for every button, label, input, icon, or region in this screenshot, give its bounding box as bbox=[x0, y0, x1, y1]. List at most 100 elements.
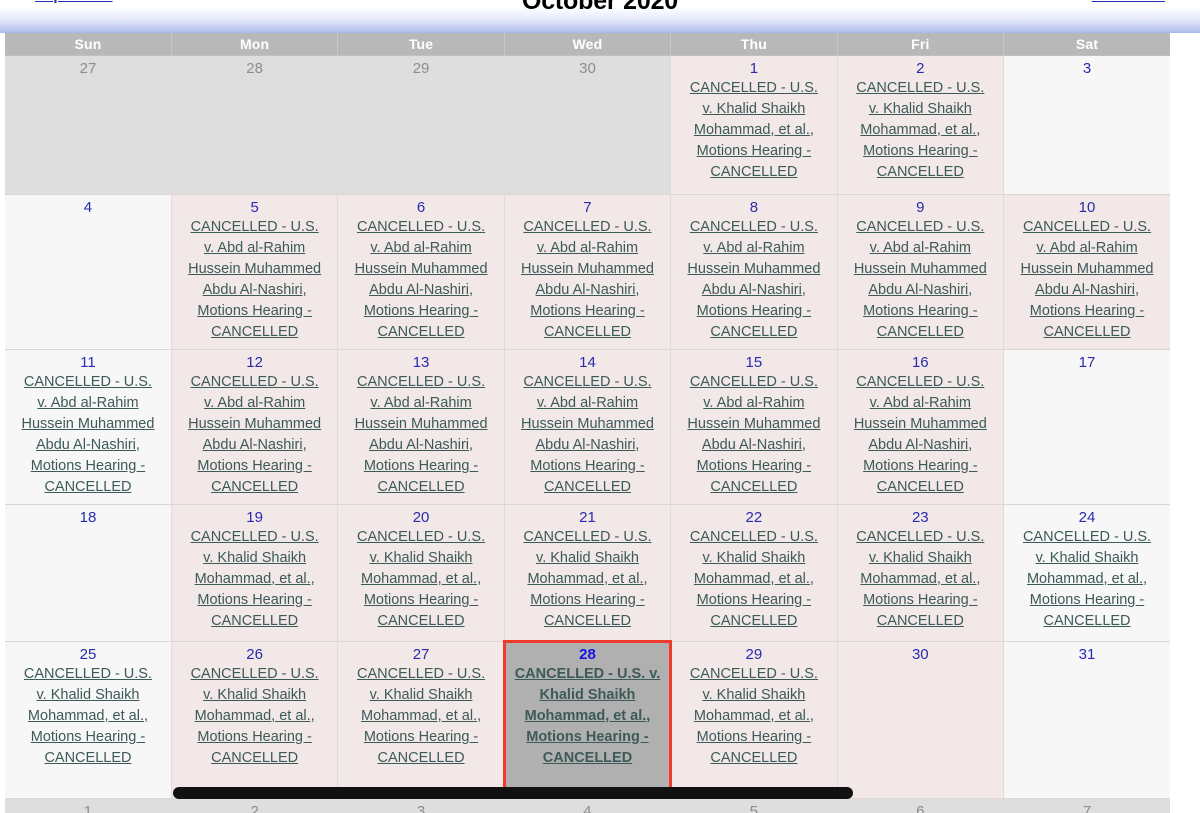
day-cell-27[interactable]: 27 bbox=[5, 55, 172, 195]
event-link[interactable]: Abdu Al-Nashiri, bbox=[840, 280, 1001, 301]
event-link[interactable]: Mohammad, et al., bbox=[174, 706, 335, 727]
event-link[interactable]: v. Khalid Shaikh bbox=[840, 99, 1001, 120]
day-cell-13[interactable]: 13 CANCELLED - U.S. v. Abd al-Rahim Hussein… bbox=[337, 349, 505, 505]
event-link[interactable]: v. Abd al-Rahim bbox=[673, 393, 834, 414]
day-cell-26[interactable]: 26 CANCELLED - U.S. v. Khalid Shaikh Mohamm… bbox=[171, 641, 339, 799]
event-link[interactable]: Abdu Al-Nashiri, bbox=[673, 280, 834, 301]
event-link[interactable]: Motions Hearing - bbox=[1006, 590, 1168, 611]
event-link[interactable]: CANCELLED bbox=[673, 611, 834, 632]
event-link[interactable]: CANCELLED - U.S. bbox=[7, 372, 169, 393]
event-link[interactable]: Mohammad, et al., bbox=[673, 569, 834, 590]
event-link[interactable]: CANCELLED bbox=[7, 477, 169, 498]
event-link[interactable]: CANCELLED - U.S. bbox=[340, 217, 501, 238]
event-link[interactable]: v. Khalid Shaikh bbox=[7, 685, 169, 706]
day-cell-2[interactable]: 2 CANCELLED - U.S. v. Khalid Shaikh Mohamma… bbox=[837, 55, 1005, 195]
day-cell-11[interactable]: 11 CANCELLED - U.S. v. Abd al-Rahim Hussein… bbox=[5, 349, 172, 505]
day-cell-9[interactable]: 9 CANCELLED - U.S. v. Abd al-Rahim Hussein … bbox=[837, 194, 1005, 350]
event-link[interactable]: Hussein Muhammed bbox=[673, 414, 834, 435]
event-link[interactable]: v. Khalid Shaikh bbox=[673, 548, 834, 569]
day-cell-28[interactable]: 28 CANCELLED - U.S. v. Khalid Shaikh Moha… bbox=[503, 640, 672, 799]
event-link[interactable]: v. Abd al-Rahim bbox=[840, 393, 1001, 414]
day-cell-5[interactable]: 5 bbox=[670, 798, 838, 813]
event-link[interactable]: CANCELLED bbox=[174, 748, 335, 769]
event-link[interactable]: Motions Hearing - bbox=[507, 456, 668, 477]
event-link[interactable]: v. Abd al-Rahim bbox=[507, 393, 668, 414]
event-link[interactable]: CANCELLED - U.S. bbox=[1006, 217, 1168, 238]
event-link[interactable]: CANCELLED bbox=[174, 477, 335, 498]
day-cell-18[interactable]: 18 bbox=[5, 504, 172, 642]
event-link[interactable]: v. Abd al-Rahim bbox=[1006, 238, 1168, 259]
event-link[interactable]: Abdu Al-Nashiri, bbox=[507, 435, 668, 456]
event-link[interactable]: Hussein Muhammed bbox=[507, 414, 668, 435]
event-link[interactable]: CANCELLED - U.S. bbox=[340, 664, 501, 685]
event-link[interactable]: v. Abd al-Rahim bbox=[507, 238, 668, 259]
day-cell-27[interactable]: 27 CANCELLED - U.S. v. Khalid Shaikh Mohamm… bbox=[337, 641, 505, 799]
event-link[interactable]: CANCELLED - U.S. bbox=[174, 372, 335, 393]
day-cell-23[interactable]: 23 CANCELLED - U.S. v. Khalid Shaikh Mohamm… bbox=[837, 504, 1005, 642]
event-link[interactable]: CANCELLED - U.S. bbox=[673, 78, 834, 99]
day-cell-4[interactable]: 4 bbox=[5, 194, 172, 350]
event-link[interactable]: CANCELLED bbox=[340, 322, 501, 343]
event-link[interactable]: CANCELLED - U.S. bbox=[673, 372, 834, 393]
event-link[interactable]: CANCELLED bbox=[673, 477, 834, 498]
event-link[interactable]: Motions Hearing - bbox=[7, 456, 169, 477]
event-link[interactable]: CANCELLED bbox=[840, 477, 1001, 498]
event-link[interactable]: Motions Hearing - bbox=[673, 590, 834, 611]
event-link[interactable]: Hussein Muhammed bbox=[507, 259, 668, 280]
event-link[interactable]: CANCELLED - U.S. bbox=[673, 217, 834, 238]
event-link[interactable]: CANCELLED bbox=[673, 322, 834, 343]
event-link[interactable]: Abdu Al-Nashiri, bbox=[1006, 280, 1168, 301]
event-link[interactable]: Motions Hearing - bbox=[507, 301, 668, 322]
day-cell-2[interactable]: 2 bbox=[171, 798, 339, 813]
event-link[interactable]: CANCELLED bbox=[673, 748, 834, 769]
event-link[interactable]: Hussein Muhammed bbox=[340, 414, 501, 435]
event-link[interactable]: v. Khalid Shaikh bbox=[174, 548, 335, 569]
event-link[interactable]: CANCELLED - U.S. bbox=[673, 664, 834, 685]
event-link[interactable]: Hussein Muhammed bbox=[7, 414, 169, 435]
day-cell-12[interactable]: 12 CANCELLED - U.S. v. Abd al-Rahim Hussein… bbox=[171, 349, 339, 505]
event-link[interactable]: CANCELLED - U.S. bbox=[507, 527, 668, 548]
event-link[interactable]: CANCELLED bbox=[174, 611, 335, 632]
event-link[interactable]: Mohammad, et al., bbox=[7, 706, 169, 727]
day-cell-10[interactable]: 10 CANCELLED - U.S. v. Abd al-Rahim Hussein… bbox=[1003, 194, 1170, 350]
event-link[interactable]: v. Abd al-Rahim bbox=[673, 238, 834, 259]
day-cell-20[interactable]: 20 CANCELLED - U.S. v. Khalid Shaikh Mohamm… bbox=[337, 504, 505, 642]
event-link[interactable]: v. Khalid Shaikh bbox=[507, 548, 668, 569]
event-link[interactable]: CANCELLED - U.S. bbox=[840, 372, 1001, 393]
event-link[interactable]: CANCELLED bbox=[507, 611, 668, 632]
event-link[interactable]: CANCELLED - U.S. bbox=[840, 78, 1001, 99]
event-link[interactable]: CANCELLED bbox=[1006, 322, 1168, 343]
event-link[interactable]: Motions Hearing - bbox=[340, 301, 501, 322]
event-link[interactable]: CANCELLED - U.S. bbox=[174, 527, 335, 548]
next-month-link[interactable]: November bbox=[1092, 0, 1165, 4]
event-link[interactable]: CANCELLED - U.S. bbox=[340, 527, 501, 548]
event-link[interactable]: Motions Hearing - bbox=[174, 590, 335, 611]
event-link[interactable]: Abdu Al-Nashiri, bbox=[340, 435, 501, 456]
event-link[interactable]: CANCELLED bbox=[840, 162, 1001, 183]
day-cell-1[interactable]: 1 bbox=[5, 798, 172, 813]
event-link[interactable]: CANCELLED - U.S. bbox=[1006, 527, 1168, 548]
event-link[interactable]: Mohammad, et al., bbox=[340, 706, 501, 727]
day-cell-3[interactable]: 3 bbox=[337, 798, 505, 813]
event-link[interactable]: Motions Hearing - bbox=[507, 590, 668, 611]
day-cell-1[interactable]: 1 CANCELLED - U.S. v. Khalid Shaikh Mohamma… bbox=[670, 55, 838, 195]
day-cell-6[interactable]: 6 bbox=[837, 798, 1005, 813]
event-link[interactable]: CANCELLED bbox=[340, 477, 501, 498]
event-link[interactable]: Motions Hearing - bbox=[340, 727, 501, 748]
event-link[interactable]: Motions Hearing - bbox=[340, 590, 501, 611]
event-link[interactable]: Hussein Muhammed bbox=[174, 259, 335, 280]
event-link[interactable]: Hussein Muhammed bbox=[840, 259, 1001, 280]
event-link[interactable]: v. Abd al-Rahim bbox=[7, 393, 169, 414]
day-cell-5[interactable]: 5 CANCELLED - U.S. v. Abd al-Rahim Hussein … bbox=[171, 194, 339, 350]
event-link[interactable]: Hussein Muhammed bbox=[840, 414, 1001, 435]
event-link[interactable]: Motions Hearing - bbox=[174, 727, 335, 748]
event-link[interactable]: Abdu Al-Nashiri, bbox=[840, 435, 1001, 456]
event-link[interactable]: Motions Hearing - bbox=[840, 456, 1001, 477]
event-link[interactable]: Motions Hearing - bbox=[840, 301, 1001, 322]
event-link[interactable]: CANCELLED - U.S. bbox=[340, 372, 501, 393]
event-link[interactable]: CANCELLED bbox=[507, 322, 668, 343]
event-link[interactable]: Motions Hearing - bbox=[174, 456, 335, 477]
event-link[interactable]: Abdu Al-Nashiri, bbox=[7, 435, 169, 456]
event-link[interactable]: Motions Hearing - bbox=[673, 456, 834, 477]
event-link[interactable]: Motions Hearing - bbox=[673, 141, 834, 162]
